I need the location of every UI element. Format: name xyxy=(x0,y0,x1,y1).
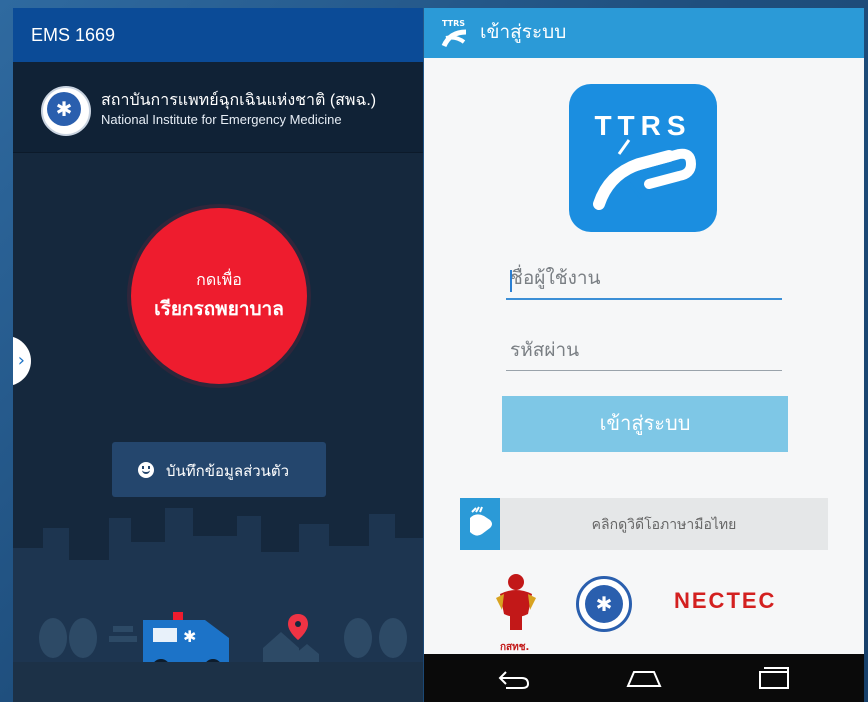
garuda-emblem-icon xyxy=(496,574,536,630)
svg-text:✱: ✱ xyxy=(183,627,196,646)
ttrs-app-icon: TTRS xyxy=(441,19,467,48)
ems-org-header: ✱ สถาบันการแพทย์ฉุกเฉินแห่งชาติ (สพฉ.) N… xyxy=(13,62,423,153)
ems-app-bar: EMS 1669 xyxy=(13,8,423,62)
recents-icon[interactable] xyxy=(754,664,794,692)
ttrs-logo: TTRS xyxy=(569,84,717,232)
password-field[interactable] xyxy=(506,334,790,371)
ems-app-screen: EMS 1669 ✱ สถาบันการแพทย์ฉุกเฉินแห่งชาติ… xyxy=(13,8,423,702)
nbtc-label: กสทช. xyxy=(500,642,530,653)
ttrs-screen-title: เข้าสู่ระบบ xyxy=(480,22,567,43)
nectec-logo: NECTEC xyxy=(674,588,777,613)
text-caret xyxy=(510,270,512,292)
ttrs-app-screen: TTRS เข้าสู่ระบบ TTRS เข้าสู่ระบบ คลิกดู… xyxy=(424,8,864,702)
login-button[interactable]: เข้าสู่ระบบ xyxy=(502,396,788,452)
back-icon[interactable] xyxy=(494,664,534,692)
home-icon[interactable] xyxy=(624,664,664,692)
save-profile-label: บันทึกข้อมูลส่วนตัว xyxy=(166,462,290,480)
call-button-line1: กดเพื่อ xyxy=(196,270,242,289)
call-button-line2: เรียกรถพยาบาล xyxy=(154,298,284,320)
save-profile-button[interactable]: บันทึกข้อมูลส่วนตัว xyxy=(112,442,326,497)
username-input[interactable] xyxy=(506,262,790,296)
ttrs-app-bar: TTRS เข้าสู่ระบบ xyxy=(424,8,864,58)
sign-video-link[interactable]: คลิกดูวิดีโอภาษามือไทย xyxy=(460,498,828,550)
sign-hand-icon xyxy=(460,498,500,550)
call-ambulance-button[interactable]: กดเพื่อ เรียกรถพยาบาล xyxy=(131,208,307,384)
svg-text:TTRS: TTRS xyxy=(442,19,465,28)
chevron-right-icon[interactable]: › xyxy=(13,336,31,386)
sign-language-hands-icon xyxy=(593,139,697,210)
partner-logos: กสทช. ✱ NECTEC xyxy=(424,564,864,654)
ems-app-title: EMS 1669 xyxy=(31,25,116,45)
android-nav-bar xyxy=(424,654,864,702)
org-name-en: National Institute for Emergency Medicin… xyxy=(101,112,342,127)
smiley-icon xyxy=(138,462,154,478)
password-input[interactable] xyxy=(506,334,790,368)
niem-logo: ✱ xyxy=(41,86,91,136)
username-field[interactable] xyxy=(506,262,790,300)
ground-strip xyxy=(13,662,423,702)
org-name-th: สถาบันการแพทย์ฉุกเฉินแห่งชาติ (สพฉ.) xyxy=(101,92,377,109)
sign-video-label: คลิกดูวิดีโอภาษามือไทย xyxy=(591,516,737,532)
niem-logo-small: ✱ xyxy=(576,576,632,632)
